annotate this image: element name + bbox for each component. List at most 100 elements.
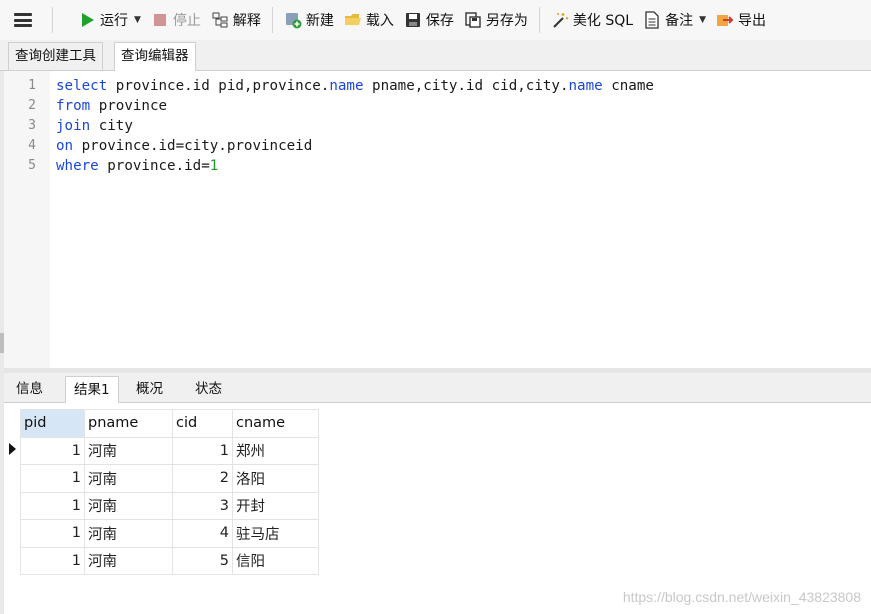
explain-label: 解释 <box>232 13 261 29</box>
column-header-pname[interactable]: pname <box>84 409 173 438</box>
stop-button[interactable]: 停止 <box>146 5 206 35</box>
code-line[interactable]: 3 join city <box>4 116 864 136</box>
chevron-down-icon[interactable]: ▼ <box>699 15 706 25</box>
code-line[interactable]: 5 where province.id=1 <box>4 156 864 176</box>
cell-cname[interactable]: 开封 <box>232 491 319 520</box>
cell-cname[interactable]: 驻马店 <box>232 519 319 548</box>
code-text[interactable]: select province.id pid,province.name pna… <box>56 76 654 96</box>
tab-info[interactable]: 信息 <box>8 376 51 402</box>
table-row[interactable]: 1 河南 5 信阳 <box>20 546 319 575</box>
sql-editor[interactable]: 1 select province.id pid,province.name pn… <box>4 71 871 368</box>
sql-number: 1 <box>209 158 219 174</box>
code-text[interactable]: where province.id=1 <box>56 156 218 176</box>
line-number: 3 <box>28 118 36 133</box>
code-text[interactable]: from province <box>56 96 167 116</box>
load-label: 载入 <box>365 13 394 29</box>
run-button[interactable]: 运行 ▼ <box>73 5 146 35</box>
watermark: https://blog.csdn.net/weixin_43823808 <box>622 589 861 605</box>
explain-icon <box>211 11 229 29</box>
cell-pid[interactable]: 1 <box>20 436 85 465</box>
cell-pid[interactable]: 1 <box>20 546 85 575</box>
tab-status[interactable]: 状态 <box>187 376 230 402</box>
code-line[interactable]: 2 from province <box>4 96 864 116</box>
result-grid-area: pid pname cid cname 1 河南 1 郑州 1 河南 2 洛阳 … <box>4 403 871 614</box>
line-number: 2 <box>28 98 36 113</box>
new-query-icon <box>284 11 302 29</box>
cell-pname[interactable]: 河南 <box>84 519 173 548</box>
sql-text: province <box>90 98 168 114</box>
cell-cid[interactable]: 4 <box>172 519 233 548</box>
explain-button[interactable]: 解释 <box>206 5 266 35</box>
cell-cname[interactable]: 洛阳 <box>232 464 319 493</box>
cell-pname[interactable]: 河南 <box>84 436 173 465</box>
magic-wand-icon <box>551 11 569 29</box>
result-tabs: 信息 结果1 概况 状态 <box>4 373 871 403</box>
cell-cid[interactable]: 3 <box>172 491 233 520</box>
cell-pid[interactable]: 1 <box>20 491 85 520</box>
column-header-cid[interactable]: cid <box>172 409 233 438</box>
cell-pname[interactable]: 河南 <box>84 546 173 575</box>
cell-pname[interactable]: 河南 <box>84 464 173 493</box>
cell-cname[interactable]: 郑州 <box>232 436 319 465</box>
table-row[interactable]: 1 河南 2 洛阳 <box>20 464 319 493</box>
load-button[interactable]: 载入 <box>339 5 399 35</box>
cell-pid[interactable]: 1 <box>20 464 85 493</box>
table-row[interactable]: 1 河南 4 驻马店 <box>20 519 319 548</box>
run-label: 运行 <box>100 13 128 29</box>
menu-button[interactable] <box>0 0 46 40</box>
sql-keyword: where <box>56 158 99 174</box>
tab-result1[interactable]: 结果1 <box>65 376 119 403</box>
export-icon <box>716 11 734 29</box>
save-label: 保存 <box>425 13 454 29</box>
tab-query-builder[interactable]: 查询创建工具 <box>8 42 103 70</box>
toolbar-divider <box>271 7 273 33</box>
cell-cname[interactable]: 信阳 <box>232 546 319 575</box>
cell-cid[interactable]: 5 <box>172 546 233 575</box>
sql-keyword: join <box>56 118 91 134</box>
code-text[interactable]: join city <box>56 116 133 136</box>
stop-label: 停止 <box>172 13 201 29</box>
new-label: 新建 <box>305 13 334 29</box>
save-icon <box>404 11 422 29</box>
beautify-sql-label: 美化 SQL <box>572 13 634 29</box>
beautify-sql-button[interactable]: 美化 SQL <box>546 5 638 35</box>
code-line[interactable]: 1 select province.id pid,province.name pn… <box>4 76 864 96</box>
save-as-button[interactable]: 另存为 <box>459 5 533 35</box>
sql-text: cname <box>602 78 654 94</box>
new-button[interactable]: 新建 <box>279 5 339 35</box>
sql-text: province.id=city.provinceid <box>73 138 313 154</box>
play-icon <box>78 11 96 29</box>
table-row[interactable]: 1 河南 1 郑州 <box>20 436 319 465</box>
cell-cid[interactable]: 1 <box>172 436 233 465</box>
sql-keyword: from <box>56 98 91 114</box>
export-button[interactable]: 导出 <box>711 5 771 35</box>
line-number: 4 <box>28 138 36 153</box>
column-header-cname[interactable]: cname <box>232 409 319 438</box>
export-label: 导出 <box>738 13 766 29</box>
sql-text: pname,city.id cid,city. <box>363 78 569 94</box>
toolbar: 运行 ▼ 停止 解释 新建 载入 保存 另存为 美化 SQL 备注 ▼ 导出 <box>0 0 871 41</box>
cell-pname[interactable]: 河南 <box>84 491 173 520</box>
note-button[interactable]: 备注 ▼ <box>638 5 711 35</box>
sql-keyword: on <box>56 138 74 154</box>
code-text[interactable]: on province.id=city.provinceid <box>56 136 312 156</box>
toolbar-divider <box>52 7 53 33</box>
line-number: 1 <box>28 78 36 93</box>
sql-keyword: name <box>329 78 364 94</box>
chevron-down-icon[interactable]: ▼ <box>134 15 141 25</box>
query-tabs: 查询创建工具 查询编辑器 <box>0 40 871 71</box>
table-row[interactable]: 1 河南 3 开封 <box>20 491 319 520</box>
save-as-label: 另存为 <box>485 13 528 29</box>
cell-cid[interactable]: 2 <box>172 464 233 493</box>
tab-profile[interactable]: 概况 <box>128 376 171 402</box>
note-icon <box>643 11 661 29</box>
sql-keyword: name <box>568 78 603 94</box>
cell-pid[interactable]: 1 <box>20 519 85 548</box>
tab-query-editor[interactable]: 查询编辑器 <box>114 42 196 71</box>
save-as-icon <box>464 11 482 29</box>
code-line[interactable]: 4 on province.id=city.provinceid <box>4 136 864 156</box>
column-header-pid[interactable]: pid <box>20 409 85 438</box>
current-row-indicator-icon <box>9 443 16 455</box>
save-button[interactable]: 保存 <box>399 5 459 35</box>
folder-icon <box>344 11 362 29</box>
